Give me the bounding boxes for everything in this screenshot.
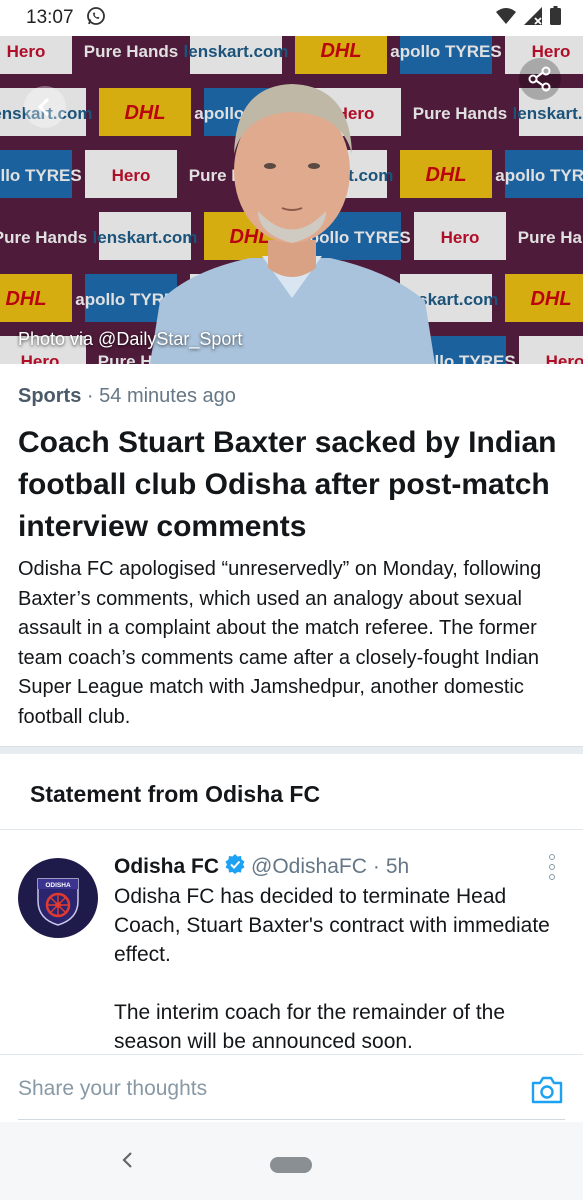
avatar[interactable]: ODISHA [18, 858, 98, 938]
dot-icon [549, 864, 555, 870]
tweet-paragraph: Odisha FC has decided to terminate Head … [114, 885, 550, 966]
time-ago: 54 minutes ago [99, 385, 236, 407]
category-label[interactable]: Sports [18, 385, 81, 407]
home-pill-button[interactable] [270, 1157, 312, 1173]
divider [0, 829, 583, 830]
signal-icon [524, 6, 542, 30]
article-summary: Odisha FC apologised “unreservedly” on M… [18, 558, 542, 728]
camera-icon[interactable] [531, 1076, 563, 1104]
wifi-icon [496, 7, 516, 30]
dot-icon [549, 854, 555, 860]
more-options-button[interactable] [545, 854, 559, 880]
comment-composer [0, 1054, 583, 1122]
section-title: Statement from Odisha FC [30, 781, 321, 807]
meta-separator: · [86, 385, 94, 407]
odisha-fc-logo-icon: ODISHA [37, 878, 79, 926]
share-thoughts-input[interactable] [18, 1069, 508, 1109]
hero-image[interactable]: HeroPure Handslenskart.comDHLapollo TYRE… [0, 36, 583, 364]
section-divider [0, 746, 583, 754]
article-headline: Coach Stuart Baxter sacked by Indian foo… [18, 426, 557, 543]
photo-credit: Photo via @DailyStar_Sport [18, 329, 243, 349]
status-left: 13:07 [26, 6, 106, 31]
status-time: 13:07 [26, 7, 74, 28]
tweet-card[interactable]: ODISHA Odisha FC @OdishaFC · 5h Odisha F… [0, 840, 583, 1054]
article-meta: Sports · 54 minutes ago [18, 385, 236, 408]
backdrop-image: HeroPure Handslenskart.comDHLapollo TYRE… [0, 36, 583, 364]
dot-icon [549, 874, 555, 880]
input-underline [18, 1119, 565, 1120]
tweet-separator: · [372, 855, 380, 878]
system-nav-bar [0, 1122, 583, 1200]
arrow-left-icon [37, 97, 50, 117]
battery-icon [550, 6, 561, 30]
tweet-paragraph: The interim coach for the remainder of t… [114, 1001, 506, 1053]
back-button[interactable] [24, 86, 66, 128]
tweet-author-name[interactable]: Odisha FC [114, 855, 219, 879]
verified-badge-icon [225, 854, 245, 880]
nav-back-icon[interactable] [118, 1150, 138, 1170]
avatar-text: ODISHA [45, 882, 71, 889]
status-right [496, 6, 561, 30]
tweet-header: Odisha FC @OdishaFC · 5h [114, 854, 409, 880]
share-button[interactable] [519, 58, 561, 100]
whatsapp-icon [86, 6, 106, 31]
status-bar: 13:07 [0, 0, 583, 36]
tweet-handle[interactable]: @OdishaFC [251, 855, 367, 879]
tweet-body: Odisha FC has decided to terminate Head … [114, 882, 554, 1054]
tweet-time: 5h [385, 855, 410, 878]
share-icon [528, 66, 551, 92]
